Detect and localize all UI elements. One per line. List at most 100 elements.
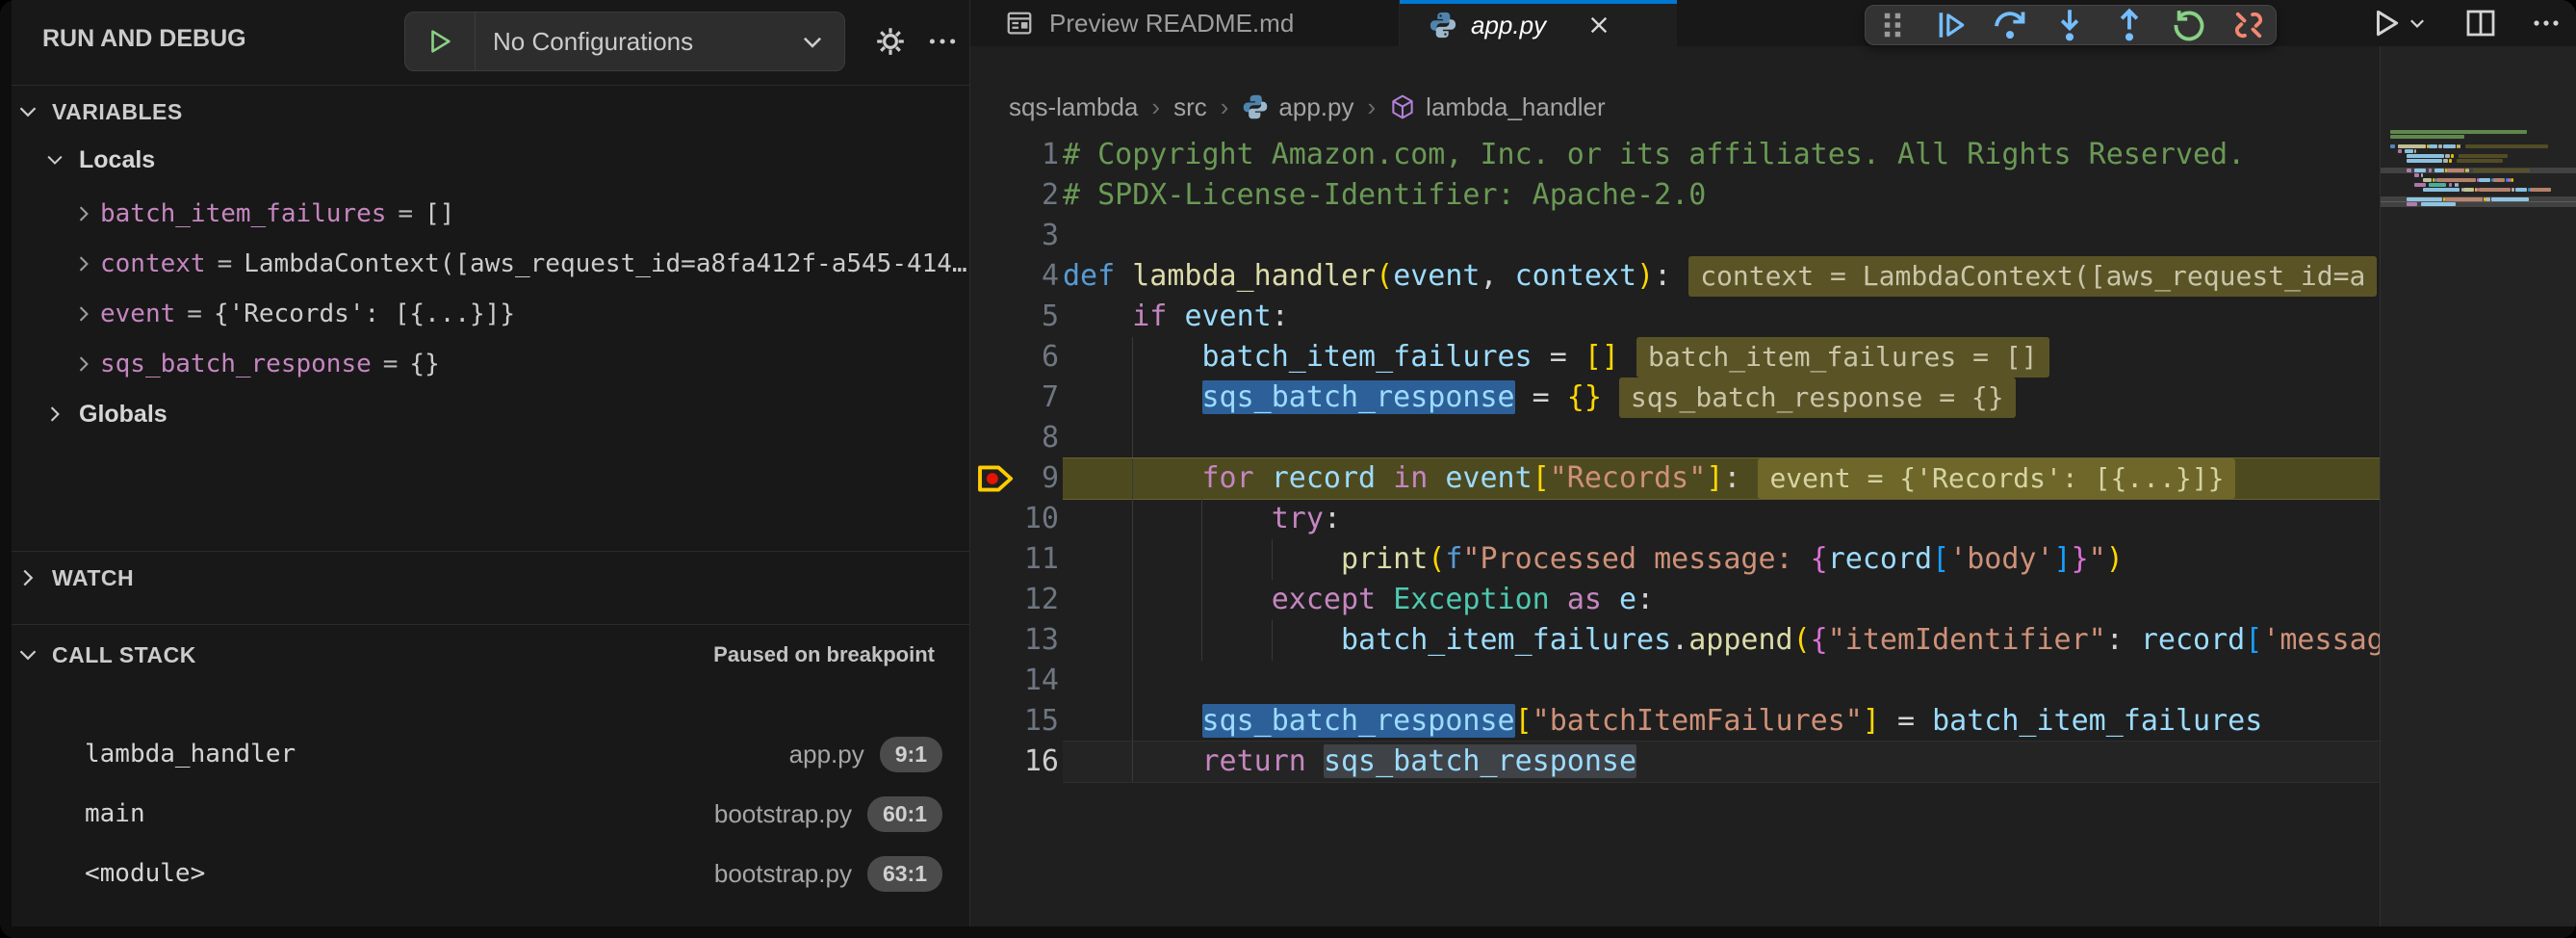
restart-icon[interactable] (2172, 8, 2206, 42)
variable-value: {} (409, 350, 439, 378)
code-token: record (1272, 461, 1376, 495)
split-editor-icon[interactable] (2460, 3, 2501, 43)
code-line[interactable] (1063, 216, 2381, 256)
code-token: ) (1636, 259, 1654, 293)
code-token: "Processed message: (1462, 542, 1810, 576)
code-line[interactable]: batch_item_failures = []batch_item_failu… (1063, 337, 2381, 378)
inline-debug-value: batch_item_failures = [] (1636, 337, 2049, 378)
code-line[interactable]: sqs_batch_response = {}sqs_batch_respons… (1063, 378, 2381, 418)
close-icon[interactable] (1586, 13, 1611, 38)
breadcrumb-item-app-py[interactable]: app.py (1242, 92, 1353, 122)
breadcrumb-item-src[interactable]: src (1173, 92, 1207, 122)
grip-icon[interactable] (1875, 8, 1909, 42)
breadcrumb-label: src (1173, 92, 1207, 122)
code-token: e (1619, 583, 1636, 616)
gear-icon[interactable] (868, 19, 913, 64)
chevron-right-icon (39, 404, 71, 425)
code-line[interactable] (1063, 418, 2381, 458)
line-number[interactable]: 11 (970, 539, 1063, 580)
call-stack-frame[interactable]: lambda_handlerapp.py9:1 (12, 724, 969, 784)
minimap-token (2459, 144, 2460, 148)
line-number[interactable]: 1 (970, 135, 1063, 175)
line-number[interactable]: 7 (970, 378, 1063, 418)
breakpoint-arrow-icon[interactable] (976, 458, 1018, 499)
step-over-icon[interactable] (1993, 8, 2027, 42)
breadcrumb-separator: › (1368, 92, 1377, 122)
call-stack-frame[interactable]: mainbootstrap.py60:1 (12, 784, 969, 844)
chevron-down-icon (2407, 13, 2428, 34)
code-editor[interactable]: 12345678910111213141516 # Copyright Amaz… (970, 135, 2381, 926)
variable-row[interactable]: context=LambdaContext([aws_request_id=a8… (12, 239, 1025, 289)
locals-node[interactable]: Locals (12, 135, 996, 185)
code-line[interactable]: except Exception as e: (1063, 580, 2381, 620)
step-into-icon[interactable] (2052, 8, 2087, 42)
breadcrumb-separator: › (1151, 92, 1160, 122)
code-line[interactable]: print(f"Processed message: {record['body… (1063, 539, 2381, 580)
call-stack-frame[interactable]: <module>bootstrap.py63:1 (12, 844, 969, 903)
line-number[interactable]: 12 (970, 580, 1063, 620)
code-token: ) (2106, 542, 2124, 576)
code-line[interactable]: if event: (1063, 297, 2381, 337)
code-line[interactable]: # SPDX-License-Identifier: Apache-2.0 (1063, 175, 2381, 216)
variable-row[interactable]: batch_item_failures=[] (12, 189, 1025, 239)
globals-node[interactable]: Globals (12, 389, 996, 439)
line-number[interactable]: 3 (970, 216, 1063, 256)
tab-preview-readme[interactable]: Preview README.md (970, 0, 1400, 46)
code-line[interactable]: def lambda_handler(event, context):conte… (1063, 256, 2381, 297)
code-token: return (1202, 744, 1306, 778)
code-token (1376, 583, 1393, 616)
code-line[interactable]: return sqs_batch_response (1063, 742, 2381, 782)
indent-guide (1132, 539, 1133, 580)
line-number[interactable]: 6 (970, 337, 1063, 378)
chevron-right-icon (67, 203, 100, 224)
editor-tab-bar: Preview README.md app.py (970, 0, 2576, 46)
tab-app-py[interactable]: app.py (1400, 0, 1677, 46)
inline-debug-value: context = LambdaContext([aws_request_id=… (1688, 256, 2377, 297)
line-number[interactable]: 16 (970, 742, 1063, 782)
minimap-token (2423, 178, 2433, 182)
continue-icon[interactable] (1934, 8, 1968, 42)
line-number[interactable]: 14 (970, 661, 1063, 701)
code-token: append (1688, 623, 1792, 657)
code-token: ( (1376, 259, 1393, 293)
call-stack-section-header[interactable]: CALL STACK Paused on breakpoint (12, 632, 969, 678)
code-token: , (1481, 259, 1515, 293)
config-dropdown[interactable]: No Configurations (476, 27, 781, 57)
line-number[interactable]: 4 (970, 256, 1063, 297)
step-out-icon[interactable] (2112, 8, 2147, 42)
line-number[interactable]: 2 (970, 175, 1063, 216)
line-number[interactable]: 10 (970, 499, 1063, 539)
code-line[interactable] (1063, 661, 2381, 701)
code-line[interactable]: for record in event["Records"]:event = {… (1063, 458, 2381, 499)
watch-section-header[interactable]: WATCH (12, 555, 969, 601)
start-debug-button[interactable] (405, 13, 476, 70)
line-number[interactable]: 8 (970, 418, 1063, 458)
chevron-right-icon (67, 253, 100, 274)
minimap[interactable] (2380, 46, 2576, 926)
breadcrumb-item-sqs-lambda[interactable]: sqs-lambda (1009, 92, 1138, 122)
variable-row[interactable]: event={'Records': [{...}]} (12, 289, 1025, 339)
code-token: : (1636, 583, 1654, 616)
line-number[interactable]: 13 (970, 620, 1063, 661)
breadcrumb-item-lambda-handler[interactable]: lambda_handler (1389, 92, 1605, 122)
code-line[interactable]: # Copyright Amazon.com, Inc. or its affi… (1063, 135, 2381, 175)
section-label: CALL STACK (52, 642, 196, 668)
launch-config-control[interactable]: No Configurations (404, 12, 845, 71)
code-token: : (1723, 461, 1740, 495)
equals-sign: = (187, 300, 202, 328)
code-token: record (1828, 542, 1932, 576)
variables-section-header[interactable]: VARIABLES (12, 89, 969, 135)
code-token: ( (1428, 542, 1445, 576)
ellipsis-icon[interactable] (920, 19, 965, 64)
run-python-button[interactable] (2362, 3, 2435, 43)
line-number[interactable]: 15 (970, 701, 1063, 742)
minimap-token (2414, 149, 2416, 153)
code-line[interactable]: try: (1063, 499, 2381, 539)
code-line[interactable]: sqs_batch_response["batchItemFailures"] … (1063, 701, 2381, 742)
code-line[interactable]: batch_item_failures.append({"itemIdentif… (1063, 620, 2381, 661)
variable-row[interactable]: sqs_batch_response={} (12, 339, 1025, 389)
line-number[interactable]: 5 (970, 297, 1063, 337)
code-token: # Copyright Amazon.com, Inc. or its affi… (1063, 138, 2245, 171)
disconnect-icon[interactable] (2231, 8, 2266, 42)
ellipsis-icon[interactable] (2526, 3, 2566, 43)
